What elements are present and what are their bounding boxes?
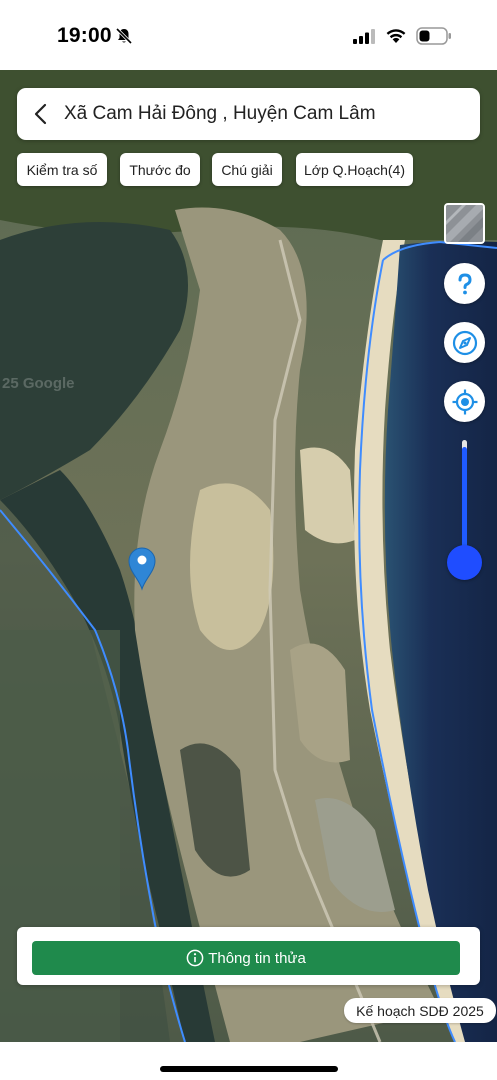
help-button[interactable] — [444, 263, 485, 304]
map-layer-thumbnail — [446, 205, 483, 242]
location-title: Xã Cam Hải Đông , Huyện Cam Lâm — [64, 103, 376, 124]
satellite-imagery[interactable] — [0, 70, 497, 1042]
cellular-signal-icon — [353, 29, 375, 44]
home-indicator-area — [0, 1042, 497, 1080]
parcel-info-button[interactable]: Thông tin thửa — [32, 941, 460, 975]
my-location-button[interactable] — [444, 381, 485, 422]
chevron-left-icon[interactable] — [31, 102, 51, 126]
chip-check-number[interactable]: Kiểm tra số — [17, 153, 107, 186]
satellite-map[interactable]: 25 Google — [0, 70, 497, 1042]
battery-icon — [416, 27, 451, 45]
parcel-info-label: Thông tin thửa — [208, 949, 306, 967]
opacity-slider-thumb[interactable] — [447, 545, 482, 580]
compass-button[interactable] — [444, 322, 485, 363]
info-circle-icon — [186, 949, 204, 967]
location-pin-icon[interactable] — [127, 545, 157, 591]
chip-legend[interactable]: Chú giải — [212, 153, 282, 186]
status-time: 19:00 — [57, 24, 112, 47]
chip-planning-layers[interactable]: Lớp Q.Hoạch(4) — [296, 153, 413, 186]
map-watermark: 25 Google — [2, 375, 75, 392]
location-header: Xã Cam Hải Đông , Huyện Cam Lâm — [17, 88, 480, 140]
wifi-icon — [386, 29, 406, 43]
parcel-info-panel: Thông tin thửa — [17, 927, 480, 985]
map-layer-toggle[interactable] — [444, 203, 485, 244]
plan-badge[interactable]: Kế hoạch SDĐ 2025 — [344, 998, 496, 1023]
status-bar: 19:00 — [0, 0, 497, 70]
compass-icon — [452, 330, 477, 355]
my-location-icon — [452, 389, 477, 414]
home-indicator[interactable] — [160, 1066, 338, 1072]
bell-slash-icon — [115, 27, 133, 45]
question-mark-icon — [458, 272, 472, 294]
chip-ruler[interactable]: Thước đo — [120, 153, 200, 186]
